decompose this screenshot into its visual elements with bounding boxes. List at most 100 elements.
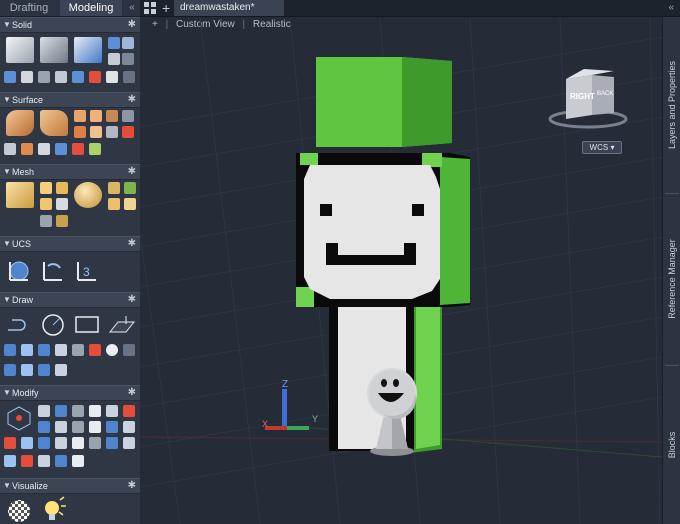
subtract-icon[interactable]: [122, 37, 134, 49]
section-header-solid[interactable]: ▼ Solid ✱: [0, 17, 140, 33]
add-cv-icon[interactable]: [72, 143, 84, 155]
reverse-icon[interactable]: [38, 455, 50, 467]
mesh-crease-icon[interactable]: [108, 182, 120, 194]
rebuild-icon[interactable]: [55, 143, 67, 155]
join-icon[interactable]: [72, 437, 84, 449]
boundary-icon[interactable]: [89, 344, 101, 356]
new-tab-button[interactable]: +: [162, 0, 170, 16]
interfere-icon[interactable]: [72, 71, 84, 83]
explode-icon[interactable]: [55, 421, 67, 433]
trim-surface-icon[interactable]: [74, 126, 86, 138]
scale-icon[interactable]: [123, 405, 135, 417]
align-icon[interactable]: [55, 455, 67, 467]
mesh-box-icon[interactable]: [6, 182, 34, 208]
mesh-remove-crease-icon[interactable]: [108, 198, 120, 210]
lights-icon[interactable]: [40, 496, 66, 524]
tab-modeling[interactable]: Modeling: [60, 0, 122, 16]
arc-icon[interactable]: [4, 344, 16, 356]
union-icon[interactable]: [108, 37, 120, 49]
section-header-draw[interactable]: ▼ Draw ✱: [0, 292, 140, 308]
gear-icon[interactable]: ✱: [128, 386, 136, 400]
gear-icon[interactable]: ✱: [128, 165, 136, 179]
collapse-right-panel-icon[interactable]: «: [668, 0, 674, 16]
array-icon[interactable]: [38, 421, 50, 433]
offset-edge-icon[interactable]: [123, 71, 135, 83]
move-icon[interactable]: [89, 405, 101, 417]
patch-icon[interactable]: [74, 110, 86, 122]
offset-surface-icon[interactable]: [90, 110, 102, 122]
viewcube-face-back[interactable]: BACK: [597, 91, 613, 97]
thicken-icon[interactable]: [55, 71, 67, 83]
section-header-modify[interactable]: ▼ Modify ✱: [0, 385, 140, 401]
ucs-rotate-icon[interactable]: [40, 258, 66, 284]
trim-icon[interactable]: [89, 421, 101, 433]
tab-drafting[interactable]: Drafting: [0, 0, 58, 16]
surface-cv-icon[interactable]: [122, 126, 134, 138]
extrude-tool-icon[interactable]: [40, 37, 68, 63]
offset-icon[interactable]: [55, 437, 67, 449]
mesh-spin-icon[interactable]: [56, 215, 68, 227]
spline-icon[interactable]: [21, 344, 33, 356]
stretch-icon[interactable]: [72, 421, 84, 433]
network-surface-icon[interactable]: [6, 110, 34, 136]
rotate-icon[interactable]: [106, 421, 118, 433]
ucs-3point-icon[interactable]: 3: [74, 258, 100, 284]
shell-icon[interactable]: [4, 71, 16, 83]
slice-icon[interactable]: [122, 53, 134, 65]
circle-icon[interactable]: [40, 312, 66, 338]
intersect-icon[interactable]: [108, 53, 120, 65]
tab-blocks[interactable]: Blocks: [663, 365, 680, 524]
model-viewport[interactable]: + | Custom View | Realistic Z X Y RIGHT …: [140, 17, 662, 524]
helix-icon[interactable]: [38, 344, 50, 356]
erase-icon[interactable]: [4, 437, 16, 449]
mesh-sphere-icon[interactable]: [74, 182, 102, 208]
untrim-icon[interactable]: [90, 126, 102, 138]
rectangle-icon[interactable]: [74, 314, 100, 336]
xline-icon[interactable]: [38, 364, 50, 376]
presspull-tool-icon[interactable]: [74, 37, 102, 63]
edit-spline-icon[interactable]: [21, 455, 33, 467]
match-properties-icon[interactable]: [72, 455, 84, 467]
line-icon[interactable]: [4, 364, 16, 376]
fillet-surface-icon[interactable]: [106, 126, 118, 138]
gear-icon[interactable]: ✱: [128, 93, 136, 107]
blend-curves-icon[interactable]: [123, 437, 135, 449]
polyline-icon[interactable]: [6, 314, 32, 336]
fillet-icon[interactable]: [21, 437, 33, 449]
section-header-visualize[interactable]: ▼ Visualize ✱: [0, 478, 140, 494]
cv-show-icon[interactable]: [21, 143, 33, 155]
convert-nurbs-icon[interactable]: [4, 143, 16, 155]
section-header-surface[interactable]: ▼ Surface ✱: [0, 92, 140, 108]
sculpt-icon[interactable]: [122, 110, 134, 122]
point-icon[interactable]: [55, 364, 67, 376]
analysis-icon[interactable]: [89, 143, 101, 155]
3d-align-icon[interactable]: [72, 405, 84, 417]
break-icon[interactable]: [89, 437, 101, 449]
3d-rotate-icon[interactable]: [38, 405, 50, 417]
3d-move-gizmo-icon[interactable]: [6, 405, 32, 431]
extend-icon[interactable]: [123, 421, 135, 433]
gear-icon[interactable]: ✱: [128, 479, 136, 493]
viewcube[interactable]: RIGHT BACK: [548, 57, 628, 137]
mesh-collapse-icon[interactable]: [124, 198, 136, 210]
extend-surface-icon[interactable]: [106, 110, 118, 122]
grid-view-icon[interactable]: [144, 2, 156, 14]
mesh-extrude-face-icon[interactable]: [56, 198, 68, 210]
ellipse-icon[interactable]: [55, 344, 67, 356]
mesh-split-icon[interactable]: [40, 198, 52, 210]
mesh-smooth-icon[interactable]: [40, 182, 52, 194]
region-icon[interactable]: [72, 344, 84, 356]
gear-icon[interactable]: ✱: [128, 237, 136, 251]
copy-icon[interactable]: [106, 405, 118, 417]
planar-surface-icon[interactable]: [108, 312, 136, 336]
section-header-mesh[interactable]: ▼ Mesh ✱: [0, 164, 140, 180]
collapse-palette-icon[interactable]: «: [124, 0, 140, 16]
edit-polyline-icon[interactable]: [4, 455, 16, 467]
viewcube-face-right[interactable]: RIGHT: [570, 92, 595, 101]
cv-hide-icon[interactable]: [38, 143, 50, 155]
box-tool-icon[interactable]: [6, 37, 34, 63]
imprint-icon[interactable]: [106, 71, 118, 83]
document-tab[interactable]: dreamwastaken*: [174, 0, 284, 16]
materials-icon[interactable]: [6, 498, 32, 524]
mesh-refine-icon[interactable]: [56, 182, 68, 194]
